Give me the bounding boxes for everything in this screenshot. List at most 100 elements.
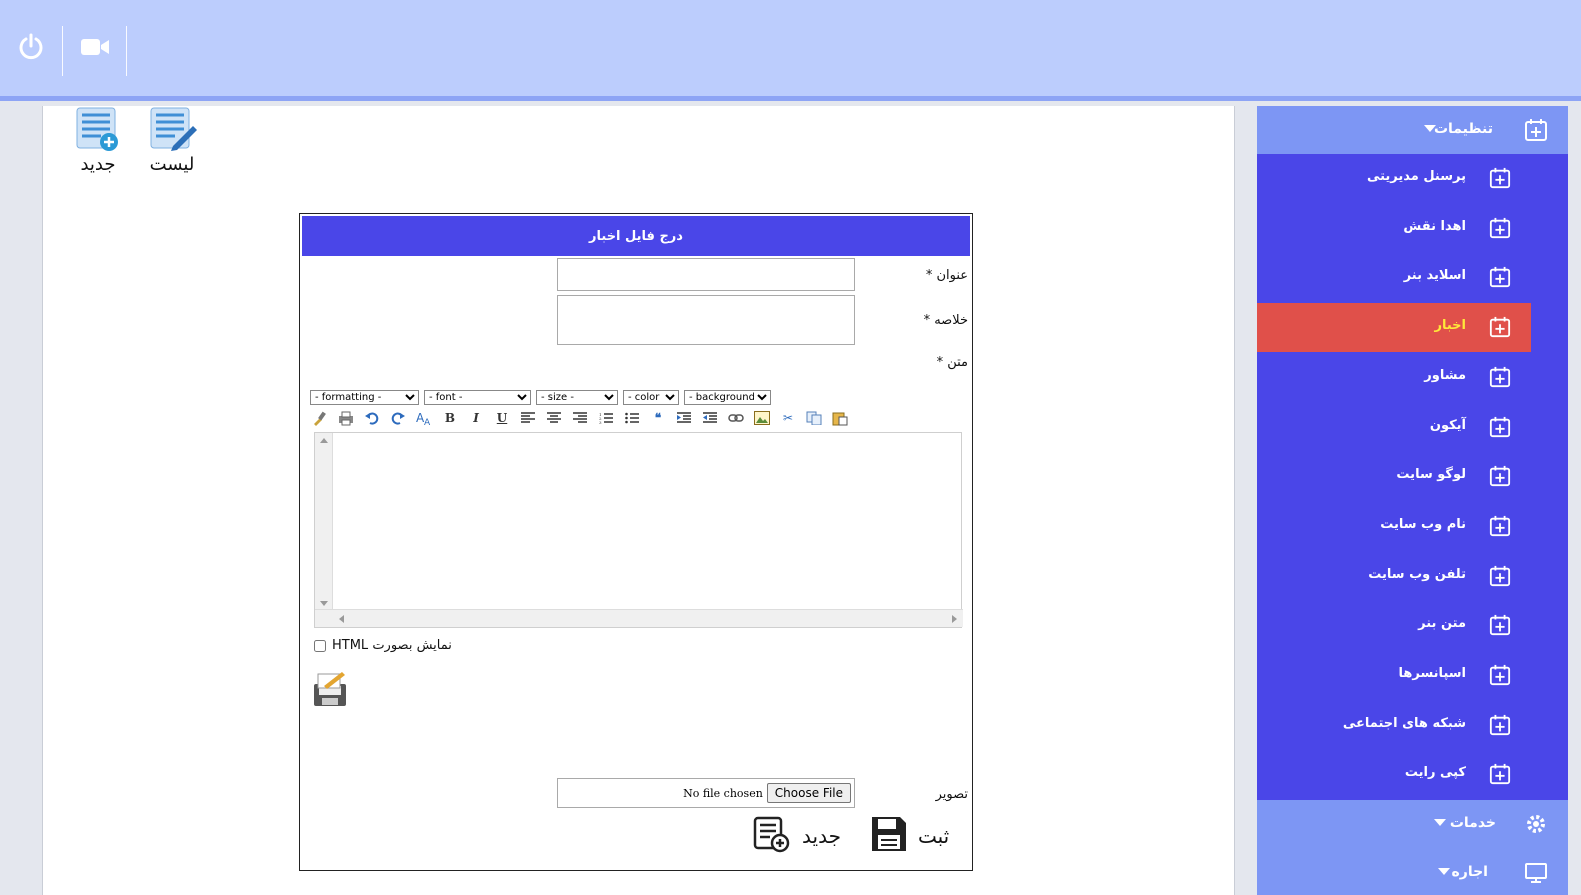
calendar-plus-icon — [1489, 266, 1511, 288]
scroll-right-icon[interactable] — [952, 615, 957, 623]
link-icon[interactable] — [726, 409, 746, 427]
sidebar-item-label: نام وب سایت — [1380, 516, 1466, 532]
calendar-plus-icon — [1489, 217, 1511, 239]
calendar-plus-icon — [1489, 465, 1511, 487]
sidebar-item[interactable]: شبکه های اجتماعی — [1257, 701, 1531, 750]
summary-input[interactable] — [557, 295, 855, 345]
add-document-icon — [752, 815, 790, 857]
sidebar-item[interactable]: پرسنل مدیریتی — [1257, 154, 1531, 203]
divider — [62, 26, 63, 76]
cut-icon[interactable]: ✂ — [778, 409, 798, 427]
title-input[interactable] — [557, 258, 855, 291]
html-checkbox[interactable] — [314, 639, 326, 652]
chevron-down-icon — [1424, 125, 1436, 132]
formatting-select[interactable]: - formatting - — [310, 390, 419, 405]
align-center-icon[interactable] — [544, 409, 564, 427]
rich-text-editor[interactable] — [314, 432, 963, 628]
align-left-icon[interactable] — [518, 409, 538, 427]
background-select[interactable]: - background - — [684, 390, 771, 405]
calendar-plus-icon — [1489, 515, 1511, 537]
settings-label: تنظیمات — [1433, 121, 1493, 137]
calendar-plus-icon — [1489, 714, 1511, 736]
new-action[interactable]: جدید — [63, 106, 133, 175]
sidebar-item-label: شبکه های اجتماعی — [1342, 715, 1466, 731]
sidebar-item[interactable]: اهدا نقش — [1257, 204, 1531, 253]
new-label: جدید — [80, 154, 116, 175]
file-status: No file chosen — [683, 786, 763, 800]
sidebar-item-label: مشاور — [1424, 367, 1466, 383]
scroll-up-icon[interactable] — [320, 438, 328, 443]
copy-icon[interactable] — [804, 409, 824, 427]
sidebar-section-services[interactable]: خدمات — [1257, 800, 1568, 849]
sidebar-item-label: آیکون — [1429, 417, 1466, 433]
sidebar-section-settings[interactable]: تنظیمات — [1257, 106, 1568, 154]
save-draft-icon[interactable] — [312, 670, 348, 708]
align-right-icon[interactable] — [570, 409, 590, 427]
sidebar-item-label: اخبار — [1434, 318, 1467, 334]
list-label: لیست — [149, 154, 195, 175]
list-edit-icon — [147, 106, 197, 152]
sidebar-item[interactable]: لوگو سایت — [1257, 452, 1531, 501]
sidebar-item-label: پرسنل مدیریتی — [1366, 169, 1466, 184]
scroll-down-icon[interactable] — [320, 601, 328, 606]
submit-button[interactable]: ثبت — [870, 814, 962, 858]
image-file-input[interactable]: No file chosen Choose File — [557, 778, 855, 808]
new-button[interactable]: جدید — [752, 814, 862, 858]
power-icon[interactable] — [14, 30, 48, 64]
sidebar-item[interactable]: کپی رایت — [1257, 750, 1531, 799]
vertical-scrollbar[interactable] — [315, 433, 333, 611]
sidebar-item[interactable]: تلفن وب سایت — [1257, 552, 1531, 601]
chevron-down-icon — [1438, 868, 1450, 875]
editor-select-bar: - formatting - - font - - size - - color… — [310, 390, 771, 405]
add-list-icon — [73, 106, 123, 152]
divider — [126, 26, 127, 76]
color-select[interactable]: - color - — [623, 390, 679, 405]
chevron-down-icon — [1434, 819, 1446, 826]
paste-icon[interactable] — [830, 409, 850, 427]
form-title: درج فایل اخبار — [302, 216, 970, 256]
redo-icon[interactable] — [388, 409, 408, 427]
svg-text:3: 3 — [599, 420, 602, 424]
video-camera-icon[interactable] — [78, 30, 112, 64]
sidebar-item[interactable]: اسلاید بنر — [1257, 253, 1531, 302]
horizontal-scrollbar[interactable] — [315, 609, 963, 627]
size-select[interactable]: - size - — [536, 390, 618, 405]
scroll-left-icon[interactable] — [339, 615, 344, 623]
font-select[interactable]: - font - — [424, 390, 531, 405]
undo-icon[interactable] — [362, 409, 382, 427]
summary-label: خلاصه * — [923, 313, 968, 328]
italic-icon[interactable]: I — [466, 409, 486, 427]
bold-icon[interactable]: B — [440, 409, 460, 427]
rent-label: اجاره — [1451, 864, 1488, 880]
image-icon[interactable] — [752, 409, 772, 427]
sidebar-item-label: متن بنر — [1418, 616, 1466, 632]
sidebar-item-label: لوگو سایت — [1396, 467, 1466, 483]
sidebar-item[interactable]: نام وب سایت — [1257, 502, 1531, 551]
outdent-icon[interactable] — [700, 409, 720, 427]
sidebar-item[interactable]: اخبار — [1257, 303, 1531, 353]
calendar-plus-icon — [1489, 763, 1511, 785]
new-label: جدید — [802, 824, 841, 848]
unordered-list-icon[interactable] — [622, 409, 642, 427]
print-icon[interactable] — [336, 409, 356, 427]
sidebar-item[interactable]: اسپانسرها — [1257, 651, 1531, 700]
underline-icon[interactable]: U — [492, 409, 512, 427]
body-label: متن * — [936, 355, 968, 370]
spellcheck-icon[interactable]: AA — [414, 409, 434, 427]
ordered-list-icon[interactable]: 123 — [596, 409, 616, 427]
top-bar — [0, 0, 1581, 101]
editor-toolbar: AA B I U 123 ❝ ✂ — [310, 408, 850, 428]
calendar-plus-icon — [1524, 118, 1548, 142]
sidebar-item-label: اسپانسرها — [1398, 666, 1466, 681]
choose-file-button[interactable]: Choose File — [766, 783, 851, 803]
clean-icon[interactable] — [310, 409, 330, 427]
sidebar-item[interactable]: مشاور — [1257, 353, 1531, 402]
sidebar-item[interactable]: آیکون — [1257, 403, 1531, 452]
sidebar-item[interactable]: متن بنر — [1257, 601, 1531, 650]
sidebar-item-label: تلفن وب سایت — [1368, 566, 1466, 582]
indent-icon[interactable] — [674, 409, 694, 427]
sidebar-section-rent[interactable]: اجاره — [1257, 849, 1568, 895]
quote-icon[interactable]: ❝ — [648, 409, 668, 427]
list-action[interactable]: لیست — [137, 106, 207, 175]
calendar-plus-icon — [1489, 565, 1511, 587]
